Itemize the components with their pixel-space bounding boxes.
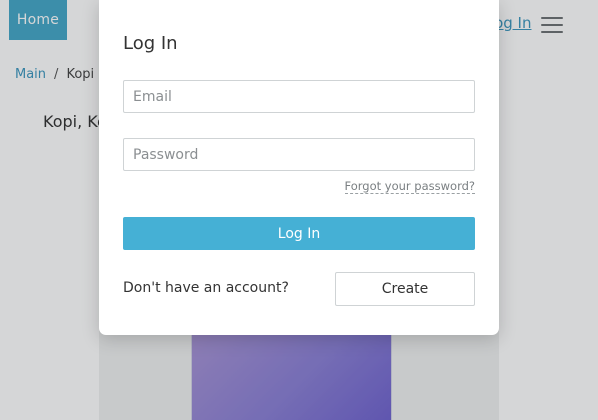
password-field[interactable] — [123, 138, 475, 171]
create-account-button[interactable]: Create — [335, 272, 475, 306]
login-submit-button[interactable]: Log In — [123, 217, 475, 250]
email-field[interactable] — [123, 80, 475, 113]
login-modal: Log In Forgot your password? Log In Don'… — [99, 0, 499, 335]
forgot-password-link[interactable]: Forgot your password? — [344, 179, 475, 194]
no-account-text: Don't have an account? — [123, 280, 289, 296]
modal-title: Log In — [123, 33, 178, 54]
